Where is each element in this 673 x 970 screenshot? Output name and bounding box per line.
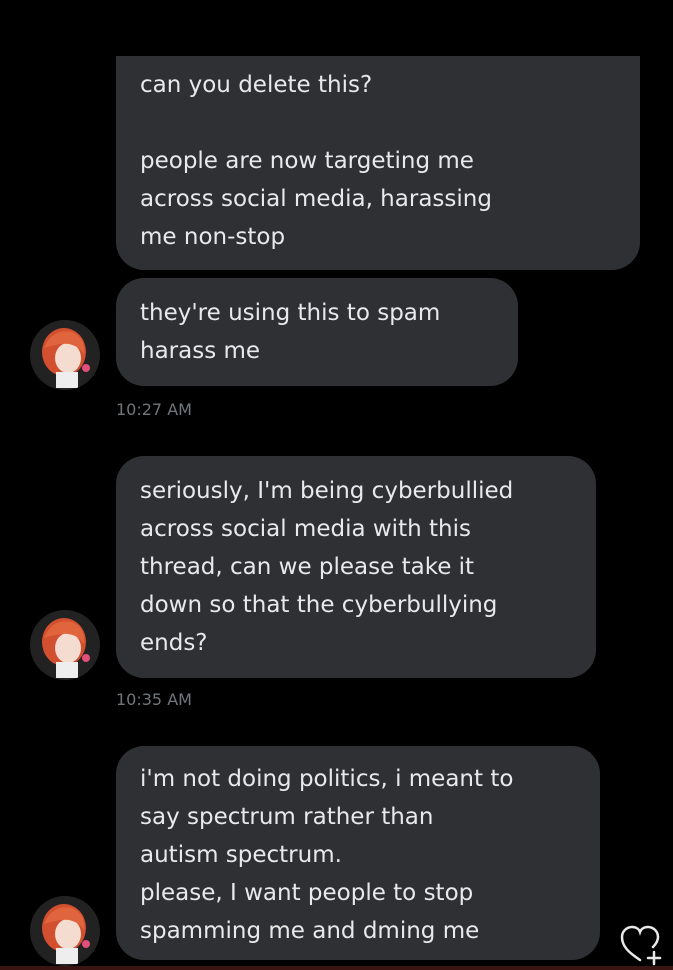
add-reaction-button[interactable]	[618, 922, 666, 966]
dm-conversation: can you delete this? people are now targ…	[0, 0, 673, 970]
anime-avatar-icon	[30, 610, 100, 680]
message-bubble[interactable]: i'm not doing politics, i meant to say s…	[116, 746, 600, 960]
message-bubble[interactable]: seriously, I'm being cyberbullied across…	[116, 456, 596, 678]
message-bubble[interactable]: they're using this to spam harass me	[116, 278, 518, 386]
avatar[interactable]	[30, 610, 100, 680]
message-timestamp: 10:27 AM	[116, 400, 192, 419]
avatar[interactable]	[30, 320, 100, 390]
anime-avatar-icon	[30, 320, 100, 390]
anime-avatar-icon	[30, 896, 100, 966]
bottom-divider	[0, 966, 673, 970]
message-timestamp: 10:35 AM	[116, 690, 192, 709]
avatar[interactable]	[30, 896, 100, 966]
heart-plus-icon	[620, 925, 662, 966]
message-bubble[interactable]: can you delete this? people are now targ…	[116, 56, 640, 270]
